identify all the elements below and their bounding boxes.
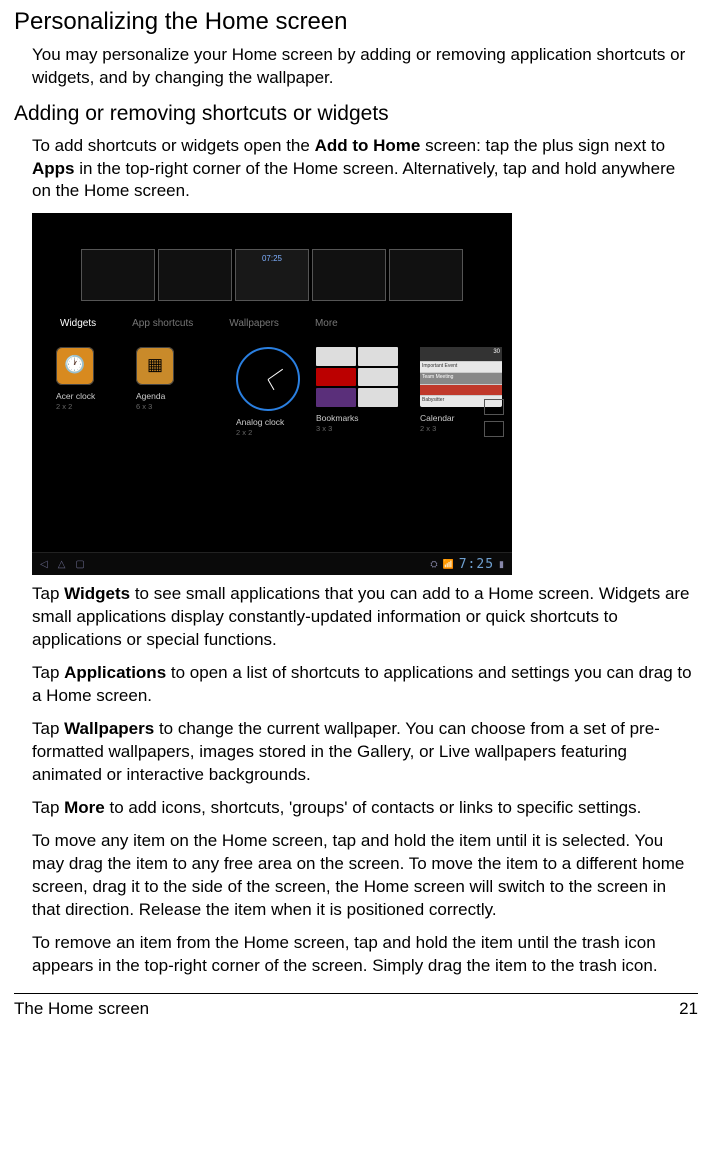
thumb-clock: 07:25 [262, 254, 282, 265]
widget-label: Agenda [136, 391, 165, 402]
calendar-icon: 30 Important Event Team Meeting Babysitt… [420, 347, 502, 407]
clock-icon: 🕐 [56, 347, 94, 385]
bold-add-to-home: Add to Home [315, 136, 421, 155]
bold-widgets: Widgets [64, 584, 130, 603]
widget-label: Bookmarks [316, 413, 359, 424]
tab-more: More [315, 317, 338, 331]
widget-size: 6 x 3 [136, 402, 152, 412]
text: Tap [32, 798, 64, 817]
footer-section-title: The Home screen [14, 998, 149, 1021]
widget-label: Calendar [420, 413, 455, 424]
page-footer: The Home screen 21 [14, 993, 698, 1031]
side-icon [484, 421, 504, 437]
bookmarks-icon [316, 347, 398, 407]
text: To add shortcuts or widgets open the [32, 136, 315, 155]
widget-agenda: ▦ Agenda 6 x 3 [136, 347, 196, 413]
wallpapers-paragraph: Tap Wallpapers to change the current wal… [32, 718, 698, 787]
widget-label: Acer clock [56, 391, 95, 402]
bold-apps: Apps [32, 159, 75, 178]
widget-bookmarks: Bookmarks 3 x 3 [316, 347, 400, 435]
text: Tap [32, 584, 64, 603]
cal-row [420, 384, 502, 396]
heading-personalizing: Personalizing the Home screen [14, 6, 698, 38]
status-icons: ⛭ 📶 7:25 ▮ [430, 556, 504, 574]
widget-size: 3 x 3 [316, 424, 332, 434]
more-paragraph: Tap More to add icons, shortcuts, 'group… [32, 797, 698, 820]
cal-row: Important Event [420, 361, 502, 373]
widget-tabs: Widgets App shortcuts Wallpapers More [32, 301, 512, 341]
tab-app-shortcuts: App shortcuts [132, 317, 193, 331]
widget-acer-clock: 🕐 Acer clock 2 x 2 [56, 347, 116, 413]
widget-size: 2 x 2 [56, 402, 72, 412]
wifi-icon: 📶 [443, 558, 454, 570]
text: Tap [32, 663, 64, 682]
thumb-2 [158, 249, 232, 301]
bold-more: More [64, 798, 105, 817]
text: to add icons, shortcuts, 'groups' of con… [105, 798, 642, 817]
nav-icons: ◁ △ ▢ [40, 558, 85, 572]
widgets-paragraph: Tap Widgets to see small applications th… [32, 583, 698, 652]
tab-wallpapers: Wallpapers [229, 317, 279, 331]
move-item-paragraph: To move any item on the Home screen, tap… [32, 830, 698, 922]
widget-row: 🕐 Acer clock 2 x 2 ▦ Agenda 6 x 3 Analog… [32, 341, 512, 439]
notification-icon: ⛭ [430, 558, 437, 570]
heading-adding-removing: Adding or removing shortcuts or widgets [14, 100, 698, 128]
analog-clock-icon [236, 347, 300, 411]
applications-paragraph: Tap Applications to open a list of short… [32, 662, 698, 708]
footer-page-number: 21 [679, 998, 698, 1021]
status-bar: ◁ △ ▢ ⛭ 📶 7:25 ▮ [32, 552, 512, 575]
side-icon [484, 399, 504, 415]
side-nav-icons [484, 399, 504, 437]
text: Tap [32, 719, 64, 738]
widget-size: 2 x 3 [420, 424, 436, 434]
thumb-4 [312, 249, 386, 301]
status-time: 7:25 [459, 556, 494, 574]
text: to see small applications that you can a… [32, 584, 690, 649]
thumb-3: 07:25 [235, 249, 309, 301]
text: in the top-right corner of the Home scre… [32, 159, 675, 201]
thumb-5 [389, 249, 463, 301]
bold-wallpapers: Wallpapers [64, 719, 154, 738]
tab-widgets: Widgets [60, 317, 96, 331]
back-icon: ◁ [40, 558, 48, 572]
add-to-home-screenshot: 07:25 Widgets App shortcuts Wallpapers M… [32, 213, 512, 575]
text: screen: tap the plus sign next to [420, 136, 665, 155]
cal-head: 30 [420, 347, 502, 361]
remove-item-paragraph: To remove an item from the Home screen, … [32, 932, 698, 978]
home-screen-thumbnails: 07:25 [32, 213, 512, 301]
cal-row: Team Meeting [420, 372, 502, 384]
home-icon: △ [58, 558, 66, 572]
thumb-1 [81, 249, 155, 301]
widget-analog-clock: Analog clock 2 x 2 [236, 347, 296, 439]
bold-applications: Applications [64, 663, 166, 682]
recents-icon: ▢ [75, 558, 84, 572]
intro-text: You may personalize your Home screen by … [32, 44, 698, 90]
add-remove-instructions: To add shortcuts or widgets open the Add… [32, 135, 698, 204]
agenda-icon: ▦ [136, 347, 174, 385]
widget-label: Analog clock [236, 417, 284, 428]
widget-size: 2 x 2 [236, 428, 252, 438]
battery-icon: ▮ [499, 558, 504, 570]
